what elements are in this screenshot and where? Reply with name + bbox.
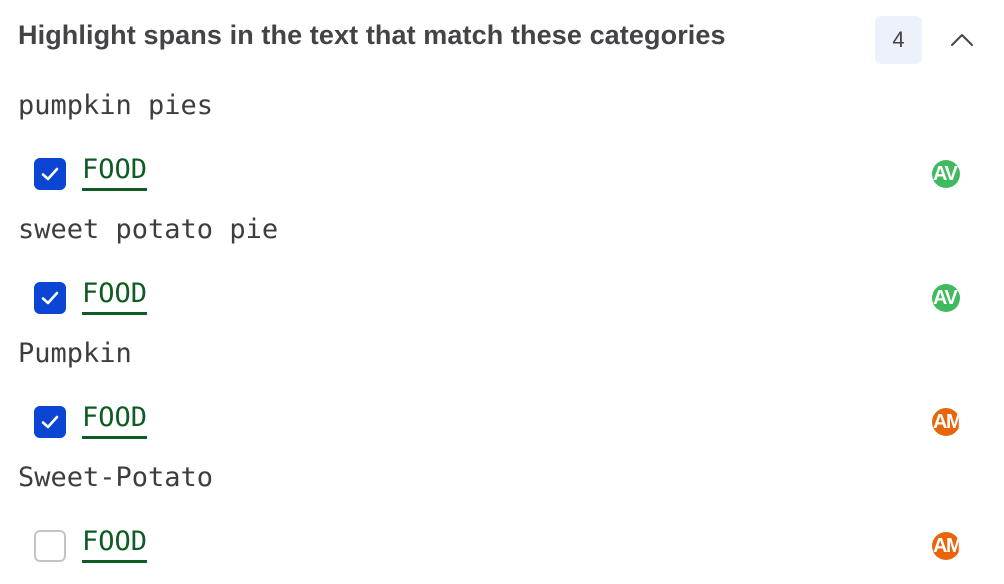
- category-checkbox[interactable]: [34, 406, 66, 438]
- category-row: FOOD AM: [0, 522, 1004, 570]
- category-checkbox[interactable]: [34, 530, 66, 562]
- category-row: FOOD AM: [0, 398, 1004, 446]
- list-item: sweet potato pie FOOD AV: [0, 208, 1004, 332]
- checkmark-icon: [41, 291, 59, 305]
- list-item: pumpkin pies FOOD AV: [0, 84, 1004, 208]
- annotator-avatar: AM: [932, 408, 960, 436]
- category-label: FOOD: [82, 402, 148, 439]
- span-text: Pumpkin: [18, 338, 132, 369]
- list-item: Pumpkin FOOD AM: [0, 332, 1004, 456]
- annotator-avatar: AV: [932, 284, 960, 312]
- category-checkbox[interactable]: [34, 282, 66, 314]
- category-row: FOOD AV: [0, 150, 1004, 198]
- annotator-avatar: AM: [932, 532, 960, 560]
- span-text: Sweet-Potato: [18, 462, 214, 493]
- panel-title: Highlight spans in the text that match t…: [18, 20, 726, 50]
- checkmark-icon: [41, 167, 59, 181]
- count-badge: 4: [875, 16, 922, 64]
- category-label: FOOD: [82, 278, 148, 315]
- category-row: FOOD AV: [0, 274, 1004, 322]
- span-list: pumpkin pies FOOD AV sweet potato pie FO…: [0, 84, 1004, 580]
- list-item: Sweet-Potato FOOD AM: [0, 456, 1004, 580]
- span-text: sweet potato pie: [18, 214, 279, 245]
- category-label: FOOD: [82, 154, 148, 191]
- category-label: FOOD: [82, 526, 148, 563]
- category-checkbox[interactable]: [34, 158, 66, 190]
- annotator-avatar: AV: [932, 160, 960, 188]
- checkmark-icon: [41, 415, 59, 429]
- chevron-up-icon: [951, 34, 973, 46]
- span-text: pumpkin pies: [18, 90, 214, 121]
- collapse-toggle-button[interactable]: [942, 24, 982, 56]
- panel-header: Highlight spans in the text that match t…: [0, 0, 1004, 80]
